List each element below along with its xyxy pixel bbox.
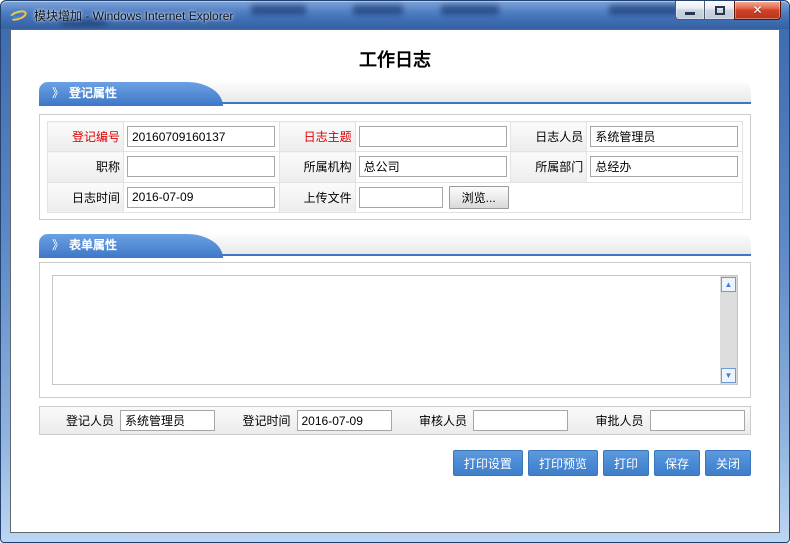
section-arrow-icon: 》: [52, 238, 64, 252]
form-section-tab: 》表单属性: [39, 234, 187, 258]
registration-section-tab: 》登记属性: [39, 82, 187, 106]
scroll-up-button[interactable]: ▲: [721, 277, 736, 292]
scroll-down-button[interactable]: ▼: [721, 368, 736, 383]
table-row: 日志时间 上传文件 浏览...: [48, 182, 743, 212]
ie-dialog-window: e 模块增加 - Windows Internet Explorer ✕ 工作日…: [0, 0, 790, 543]
section-arrow-icon: 》: [52, 86, 64, 100]
form-content-box: ▲ ▼: [39, 262, 751, 398]
table-row: 职称 所属机构 所属部门: [48, 152, 743, 182]
log-person-input[interactable]: [590, 126, 738, 147]
background-window-artifact: [441, 5, 499, 15]
reg-number-input[interactable]: [127, 126, 275, 147]
registration-fields-table: 登记编号 日志主题 日志人员 职称 所属机构 所属部门 日志时间: [47, 121, 743, 213]
field-label-reg-time: 登记时间: [219, 412, 297, 429]
field-label-organization: 所属机构: [279, 152, 355, 182]
form-section-header: 》表单属性: [39, 234, 751, 256]
form-section-label: 表单属性: [69, 238, 117, 252]
form-content-editor[interactable]: [52, 275, 738, 385]
window-controls: ✕: [675, 1, 781, 20]
field-label-department: 所属部门: [511, 152, 587, 182]
maximize-button[interactable]: [705, 1, 734, 20]
log-subject-input[interactable]: [359, 126, 507, 147]
registration-section-header: 》登记属性: [39, 82, 751, 104]
close-icon: ✕: [752, 4, 762, 16]
save-button[interactable]: 保存: [654, 450, 700, 476]
background-window-artifact: [61, 20, 106, 26]
minimize-icon: [685, 12, 695, 15]
action-button-bar: 打印设置 打印预览 打印 保存 关闭: [453, 450, 751, 476]
background-window-artifact: [251, 5, 306, 15]
minimize-button[interactable]: [675, 1, 705, 20]
footer-field-registrant: 登记人员: [42, 410, 219, 431]
page-title: 工作日志: [11, 46, 779, 72]
close-button[interactable]: ✕: [734, 1, 781, 20]
upload-file-input[interactable]: [359, 187, 443, 208]
field-label-approver: 审批人员: [572, 412, 650, 429]
field-label-upload-file: 上传文件: [279, 182, 355, 212]
field-label-log-subject: 日志主题: [279, 122, 355, 152]
field-label-job-title: 职称: [48, 152, 124, 182]
close-dialog-button[interactable]: 关闭: [705, 450, 751, 476]
field-label-registrant: 登记人员: [42, 412, 120, 429]
registrant-input[interactable]: [120, 410, 215, 431]
field-label-reg-number: 登记编号: [48, 122, 124, 152]
reviewer-input[interactable]: [473, 410, 568, 431]
footer-field-reviewer: 审核人员: [395, 410, 572, 431]
footer-fields-strip: 登记人员 登记时间 审核人员 审批人员: [39, 406, 751, 435]
browse-button[interactable]: 浏览...: [449, 186, 509, 209]
field-label-log-time: 日志时间: [48, 182, 124, 212]
job-title-input[interactable]: [127, 156, 275, 177]
log-time-input[interactable]: [127, 187, 275, 208]
background-window-artifact: [353, 5, 403, 15]
department-input[interactable]: [590, 156, 738, 177]
dialog-content: 工作日志 》登记属性 登记编号 日志主题 日志人员: [10, 29, 780, 533]
registration-fields-box: 登记编号 日志主题 日志人员 职称 所属机构 所属部门 日志时间: [39, 114, 751, 220]
vertical-scrollbar[interactable]: ▲ ▼: [720, 276, 737, 384]
internet-explorer-icon: e: [10, 7, 27, 24]
titlebar[interactable]: e 模块增加 - Windows Internet Explorer: [1, 1, 789, 29]
field-label-log-person: 日志人员: [511, 122, 587, 152]
footer-field-approver: 审批人员: [572, 410, 749, 431]
maximize-icon: [715, 6, 725, 15]
background-window-artifact: [609, 5, 679, 15]
table-row: 登记编号 日志主题 日志人员: [48, 122, 743, 152]
registration-section-label: 登记属性: [69, 86, 117, 100]
approver-input[interactable]: [650, 410, 745, 431]
print-preview-button[interactable]: 打印预览: [528, 450, 598, 476]
print-settings-button[interactable]: 打印设置: [453, 450, 523, 476]
organization-input[interactable]: [359, 156, 507, 177]
footer-field-reg-time: 登记时间: [219, 410, 396, 431]
field-label-reviewer: 审核人员: [395, 412, 473, 429]
reg-time-input[interactable]: [297, 410, 392, 431]
print-button[interactable]: 打印: [603, 450, 649, 476]
